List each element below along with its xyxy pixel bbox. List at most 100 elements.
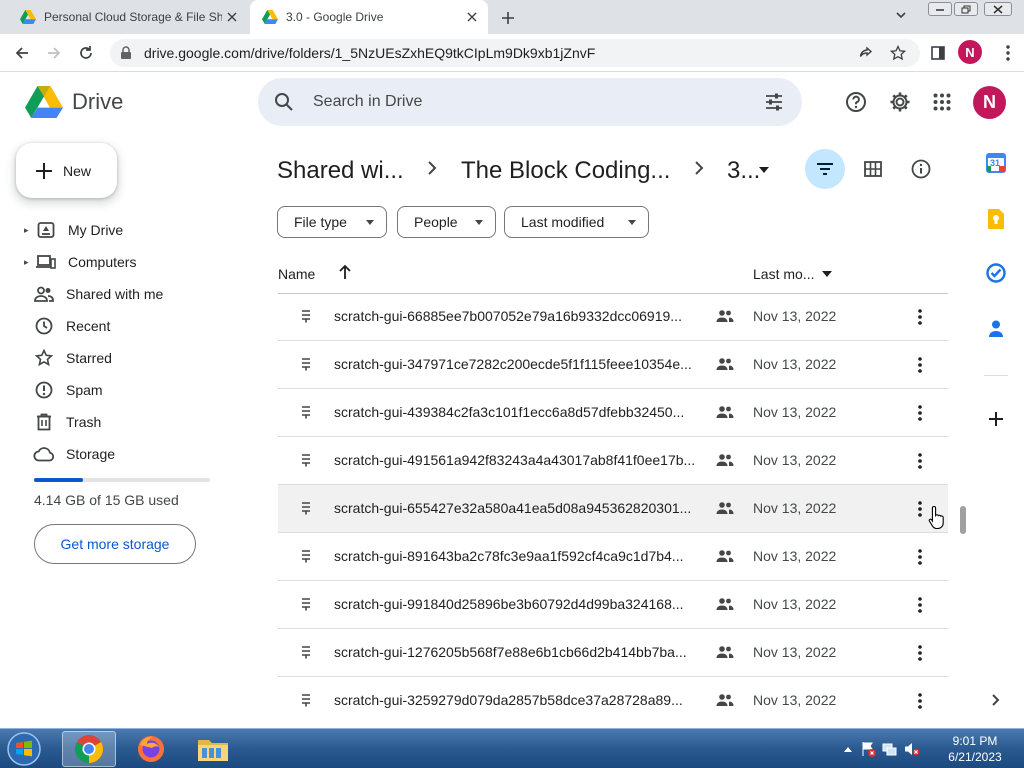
sidebar-item-starred[interactable]: Starred [0, 342, 240, 374]
browser-menu-icon[interactable] [996, 41, 1020, 65]
folder-menu-caret-icon[interactable] [759, 167, 769, 173]
file-generic-icon [300, 453, 312, 467]
search-input[interactable]: Search in Drive [313, 93, 422, 111]
restore-window-icon[interactable] [954, 2, 978, 16]
expand-panel-chevron-right-icon[interactable] [984, 688, 1008, 712]
windows-start-button-icon[interactable] [4, 731, 46, 767]
sort-ascending-arrow-icon[interactable] [338, 264, 352, 280]
shared-people-icon [716, 645, 734, 659]
grid-view-icon[interactable] [853, 149, 893, 189]
sidebar-item-trash[interactable]: Trash [0, 406, 240, 438]
keep-notes-icon[interactable] [984, 207, 1008, 231]
volume-muted-icon[interactable] [904, 741, 920, 757]
sidebar-item-spam[interactable]: Spam [0, 374, 240, 406]
sidebar-item-computers[interactable]: ▸ Computers [0, 246, 240, 278]
more-actions-icon[interactable] [908, 689, 932, 713]
expand-caret-icon[interactable]: ▸ [24, 257, 32, 268]
table-row[interactable]: scratch-gui-347971ce7282c200ecde5f1f115f… [278, 341, 948, 389]
taskbar-chrome-icon[interactable] [62, 731, 116, 767]
file-type-filter-chip[interactable]: File type [277, 206, 387, 238]
more-actions-icon[interactable] [908, 353, 932, 377]
bookmark-star-icon[interactable] [886, 41, 910, 65]
breadcrumb-item[interactable]: The Block Coding... [461, 157, 670, 185]
search-bar[interactable]: Search in Drive [258, 78, 802, 126]
new-button[interactable]: New [16, 143, 117, 198]
last-modified-filter-chip[interactable]: Last modified [504, 206, 649, 238]
sidebar-item-recent[interactable]: Recent [0, 310, 240, 342]
table-row[interactable]: scratch-gui-1276205b568f7e88e6b1cb66d2b4… [278, 629, 948, 677]
file-name[interactable]: scratch-gui-66885ee7b007052e79a16b9332dc… [334, 308, 710, 324]
get-more-storage-button[interactable]: Get more storage [34, 524, 196, 564]
file-name[interactable]: scratch-gui-347971ce7282c200ecde5f1f115f… [334, 356, 710, 372]
share-icon[interactable] [854, 41, 878, 65]
minimize-window-icon[interactable] [928, 2, 952, 16]
browser-tab-inactive[interactable]: Personal Cloud Storage & File Sh [8, 0, 248, 34]
breadcrumb-current-folder[interactable]: 3... [727, 157, 760, 185]
file-name[interactable]: scratch-gui-991840d25896be3b60792d4d99ba… [334, 596, 710, 612]
app-name[interactable]: Drive [72, 89, 123, 115]
scrollbar-thumb[interactable] [960, 506, 966, 534]
sidebar-item-my-drive[interactable]: ▸ My Drive [0, 214, 240, 246]
name-column-header[interactable]: Name [278, 266, 315, 282]
file-name[interactable]: scratch-gui-655427e32a580a41ea5d08a94536… [334, 500, 710, 516]
more-actions-icon[interactable] [908, 641, 932, 665]
network-icon[interactable] [882, 741, 898, 757]
people-filter-chip[interactable]: People [397, 206, 496, 238]
new-tab-icon[interactable] [496, 6, 520, 30]
more-actions-icon[interactable] [908, 593, 932, 617]
lock-icon[interactable] [120, 46, 132, 60]
taskbar-clock[interactable]: 9:01 PM 6/21/2023 [940, 733, 1010, 765]
contacts-icon[interactable] [984, 317, 1008, 341]
breadcrumb-item[interactable]: Shared wi... [277, 157, 404, 185]
tasks-icon[interactable] [984, 261, 1008, 285]
settings-gear-icon[interactable] [886, 88, 914, 116]
table-row[interactable]: scratch-gui-3259279d079da2857b58dce37a28… [278, 677, 948, 713]
close-tab-icon[interactable] [462, 7, 482, 27]
drive-logo-icon[interactable] [25, 86, 63, 118]
last-modified-dropdown-arrow-icon[interactable] [822, 271, 832, 277]
table-row[interactable]: scratch-gui-439384c2fa3c101f1ecc6a8d57df… [278, 389, 948, 437]
more-actions-icon[interactable] [908, 449, 932, 473]
show-hidden-icons-arrow-icon[interactable] [844, 746, 852, 752]
file-name[interactable]: scratch-gui-1276205b568f7e88e6b1cb66d2b4… [334, 644, 710, 660]
action-center-flag-icon[interactable] [860, 741, 876, 757]
side-panel-icon[interactable] [926, 41, 950, 65]
sidebar-item-storage[interactable]: Storage [0, 438, 240, 470]
close-tab-icon[interactable] [222, 7, 242, 27]
table-row[interactable]: scratch-gui-655427e32a580a41ea5d08a94536… [278, 485, 948, 533]
sidebar-item-shared-with-me[interactable]: Shared with me [0, 278, 240, 310]
file-name[interactable]: scratch-gui-491561a942f83243a4a43017ab8f… [334, 452, 710, 468]
file-name[interactable]: scratch-gui-891643ba2c78fc3e9aa1f592cf4c… [334, 548, 710, 564]
browser-tab-active[interactable]: 3.0 - Google Drive [250, 0, 488, 34]
help-icon[interactable] [842, 88, 870, 116]
google-apps-grid-icon[interactable] [928, 88, 956, 116]
close-window-icon[interactable] [984, 2, 1012, 16]
file-name[interactable]: scratch-gui-3259279d079da2857b58dce37a28… [334, 692, 710, 708]
expand-caret-icon[interactable]: ▸ [24, 225, 32, 236]
more-actions-icon[interactable] [908, 305, 932, 329]
get-add-ons-plus-icon[interactable] [984, 407, 1008, 431]
tab-search-chevron-down-icon[interactable] [894, 8, 914, 28]
taskbar-firefox-icon[interactable] [124, 731, 178, 767]
reload-icon[interactable] [74, 41, 98, 65]
forward-arrow-icon[interactable] [42, 41, 66, 65]
table-row[interactable]: scratch-gui-66885ee7b007052e79a16b9332dc… [278, 293, 948, 341]
search-icon[interactable] [274, 92, 294, 112]
filter-toggle-icon[interactable] [805, 149, 845, 189]
account-avatar[interactable]: N [973, 86, 1006, 119]
taskbar-file-explorer-icon[interactable] [186, 731, 240, 767]
table-row[interactable]: scratch-gui-891643ba2c78fc3e9aa1f592cf4c… [278, 533, 948, 581]
browser-profile-avatar[interactable]: N [958, 40, 982, 64]
more-actions-icon[interactable] [908, 545, 932, 569]
search-options-icon[interactable] [764, 92, 784, 112]
back-arrow-icon[interactable] [10, 41, 34, 65]
details-info-icon[interactable] [901, 149, 941, 189]
table-row[interactable]: scratch-gui-491561a942f83243a4a43017ab8f… [278, 437, 948, 485]
table-row[interactable]: scratch-gui-991840d25896be3b60792d4d99ba… [278, 581, 948, 629]
file-name[interactable]: scratch-gui-439384c2fa3c101f1ecc6a8d57df… [334, 404, 710, 420]
file-generic-icon [300, 645, 312, 659]
last-modified-column-header[interactable]: Last mo... [753, 266, 814, 282]
address-bar[interactable]: drive.google.com/drive/folders/1_5NzUEsZ… [110, 39, 920, 67]
calendar-icon[interactable]: 31 [984, 151, 1008, 175]
more-actions-icon[interactable] [908, 401, 932, 425]
